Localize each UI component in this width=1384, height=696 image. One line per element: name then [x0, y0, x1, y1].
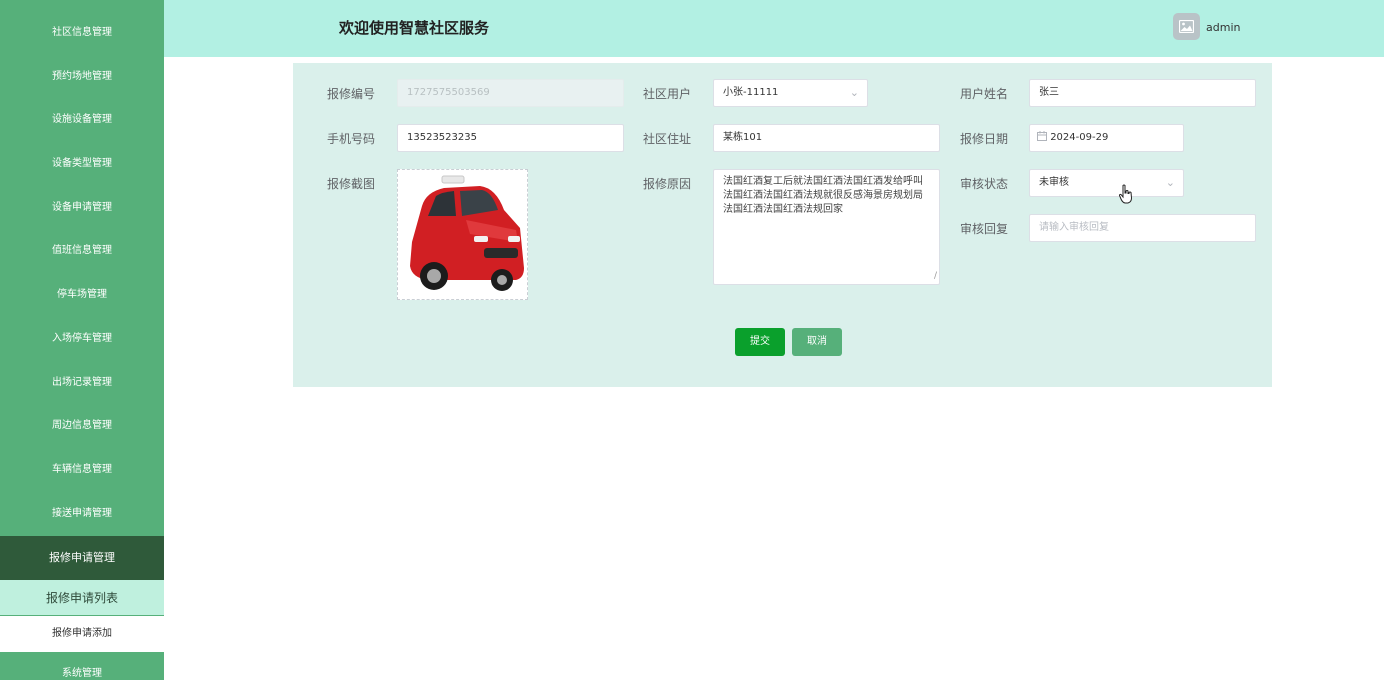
hand-cursor-icon — [1119, 184, 1133, 204]
phone-value: 13523523235 — [407, 132, 477, 143]
cancel-button[interactable]: 取消 — [792, 328, 842, 356]
community-user-value: 小张-11111 — [723, 87, 779, 98]
repair-date-label: 报修日期 — [960, 132, 1009, 146]
chevron-down-icon: ⌄ — [849, 86, 859, 99]
sidebar-item-label: 设备类型管理 — [52, 158, 112, 169]
phone-field[interactable]: 13523523235 — [397, 124, 624, 152]
repair-date-picker[interactable]: 2024-09-29 — [1029, 124, 1184, 152]
sidebar-item-pickup-apply[interactable]: 接送申请管理 — [0, 492, 164, 536]
repair-screenshot-upload[interactable] — [397, 169, 528, 300]
repair-no-field: 1727575503569 — [397, 79, 624, 107]
sidebar-item-label: 预约场地管理 — [52, 71, 112, 82]
sidebar-item-label: 接送申请管理 — [52, 508, 112, 519]
review-status-label: 审核状态 — [960, 177, 1009, 191]
sidebar-item-duty-info[interactable]: 值班信息管理 — [0, 229, 164, 273]
sidebar-item-label: 入场停车管理 — [52, 333, 112, 344]
chevron-down-icon: ⌄ — [1165, 176, 1175, 189]
sidebar-subitem-label: 报修申请列表 — [45, 591, 118, 605]
address-field[interactable]: 某栋101 — [713, 124, 940, 152]
sidebar-subitem-repair-add[interactable]: 报修申请添加 — [0, 616, 164, 652]
reason-textarea[interactable]: 法国红酒复工后就法国红酒法国红酒发给呼叫法国红酒法国红酒法规就很反感海景房规划局… — [713, 169, 940, 285]
top-header: 欢迎使用智慧社区服务 admin — [164, 0, 1384, 57]
sidebar-item-venue-booking[interactable]: 预约场地管理 — [0, 55, 164, 99]
sidebar-item-label: 社区信息管理 — [52, 27, 112, 38]
address-label: 社区住址 — [643, 132, 692, 146]
sidebar-subitem-repair-list[interactable]: 报修申请列表 — [0, 580, 164, 616]
calendar-icon — [1037, 131, 1047, 141]
sidebar-item-label: 周边信息管理 — [52, 420, 112, 431]
sidebar-item-system[interactable]: 系统管理 — [0, 652, 164, 696]
community-user-label: 社区用户 — [643, 87, 692, 101]
reason-label: 报修原因 — [643, 177, 692, 191]
sidebar-item-parking-lot[interactable]: 停车场管理 — [0, 273, 164, 317]
reason-value: 法国红酒复工后就法国红酒法国红酒发给呼叫法国红酒法国红酒法规就很反感海景房规划局… — [723, 176, 923, 215]
sidebar-item-label: 出场记录管理 — [52, 377, 112, 388]
repair-form: 报修编号 1727575503569 社区用户 小张-11111 ⌄ 用户姓名 … — [293, 63, 1272, 387]
submit-button[interactable]: 提交 — [735, 328, 785, 356]
sidebar-item-exit-record[interactable]: 出场记录管理 — [0, 361, 164, 405]
sidebar-item-label: 系统管理 — [62, 668, 102, 679]
review-reply-label: 审核回复 — [960, 222, 1009, 236]
sidebar-subitem-label: 报修申请添加 — [52, 628, 112, 639]
review-reply-placeholder: 请输入审核回复 — [1039, 222, 1109, 233]
repair-no-value: 1727575503569 — [407, 87, 490, 98]
sidebar-item-label: 报修申请管理 — [49, 551, 115, 564]
user-name-label: 用户姓名 — [960, 87, 1009, 101]
sidebar: 社区信息管理 预约场地管理 设施设备管理 设备类型管理 设备申请管理 值班信息管… — [0, 0, 164, 680]
sidebar-item-device-type[interactable]: 设备类型管理 — [0, 142, 164, 186]
sidebar-item-device-apply[interactable]: 设备申请管理 — [0, 186, 164, 230]
page-title: 欢迎使用智慧社区服务 — [339, 19, 490, 37]
sidebar-item-repair-apply[interactable]: 报修申请管理 — [0, 536, 164, 580]
sidebar-item-community-info[interactable]: 社区信息管理 — [0, 11, 164, 55]
sidebar-item-label: 设备申请管理 — [52, 202, 112, 213]
phone-label: 手机号码 — [327, 132, 376, 146]
user-name-field[interactable]: 张三 — [1029, 79, 1256, 107]
address-value: 某栋101 — [723, 132, 763, 143]
review-reply-input[interactable]: 请输入审核回复 — [1029, 214, 1256, 242]
avatar[interactable] — [1173, 13, 1200, 40]
review-status-value: 未审核 — [1039, 177, 1069, 188]
sidebar-item-parking-entry[interactable]: 入场停车管理 — [0, 317, 164, 361]
user-name-value: 张三 — [1039, 87, 1059, 98]
repair-date-value: 2024-09-29 — [1050, 132, 1109, 143]
sidebar-item-facility[interactable]: 设施设备管理 — [0, 98, 164, 142]
username[interactable]: admin — [1206, 21, 1240, 34]
sidebar-item-label: 设施设备管理 — [52, 114, 112, 125]
review-status-select[interactable]: 未审核 ⌄ — [1029, 169, 1184, 197]
screenshot-label: 报修截图 — [327, 177, 376, 191]
resize-handle-icon[interactable]: ∕ — [934, 269, 937, 283]
sidebar-item-nearby-info[interactable]: 周边信息管理 — [0, 404, 164, 448]
sidebar-item-vehicle-info[interactable]: 车辆信息管理 — [0, 448, 164, 492]
community-user-select[interactable]: 小张-11111 ⌄ — [713, 79, 868, 107]
repair-no-label: 报修编号 — [327, 87, 376, 101]
image-icon — [1179, 20, 1194, 33]
sidebar-item-label: 值班信息管理 — [52, 245, 112, 256]
sidebar-item-label: 停车场管理 — [57, 289, 107, 300]
sidebar-item-label: 车辆信息管理 — [52, 464, 112, 475]
car-photo — [398, 170, 527, 299]
